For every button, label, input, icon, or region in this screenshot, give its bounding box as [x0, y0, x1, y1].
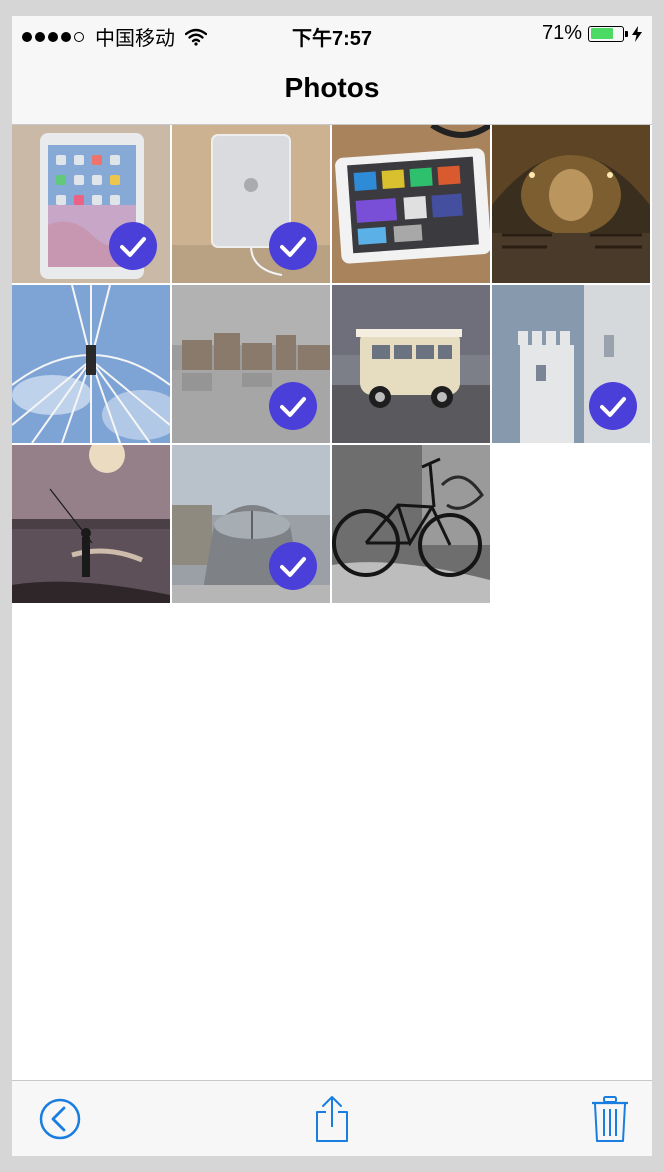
selected-check-icon	[589, 382, 637, 430]
trash-icon	[592, 1096, 628, 1142]
share-icon	[316, 1096, 348, 1142]
back-button[interactable]	[36, 1095, 84, 1143]
back-circle-icon	[39, 1098, 81, 1140]
photo-cell[interactable]	[12, 125, 170, 283]
selected-check-icon	[269, 542, 317, 590]
photo-thumbnail-vaulted-hall	[492, 125, 650, 283]
share-button[interactable]	[308, 1095, 356, 1143]
navigation-bar: Photos	[12, 52, 652, 125]
bottom-toolbar	[12, 1080, 652, 1156]
photo-cell[interactable]	[332, 125, 490, 283]
selected-check-icon	[109, 222, 157, 270]
photo-cell[interactable]	[332, 445, 490, 603]
photo-cell[interactable]	[172, 125, 330, 283]
bolt-icon	[632, 25, 642, 42]
photo-cell[interactable]	[12, 285, 170, 443]
battery-percent: 71%	[541, 22, 582, 44]
photo-cell[interactable]	[172, 445, 330, 603]
photo-thumbnail-bicycle-graffiti	[332, 445, 490, 603]
photo-thumbnail-vw-van	[332, 285, 490, 443]
page-title: Photos	[284, 72, 380, 103]
status-bar: 中国移动 下午7:57 71%	[12, 16, 652, 52]
photo-thumbnail-ferris-wheel	[12, 285, 170, 443]
photo-cell[interactable]	[332, 285, 490, 443]
photo-thumbnail-fisherman-sunset	[12, 445, 170, 603]
delete-button[interactable]	[586, 1095, 634, 1143]
photo-cell[interactable]	[12, 445, 170, 603]
phone-screen: 中国移动 下午7:57 71% Photos	[12, 16, 652, 1156]
battery-icon	[588, 25, 628, 42]
photo-cell[interactable]	[492, 285, 650, 443]
selected-check-icon	[269, 382, 317, 430]
photo-cell[interactable]	[172, 285, 330, 443]
photo-thumbnail-ipad-app-store	[332, 125, 490, 283]
photo-cell[interactable]	[492, 125, 650, 283]
selected-check-icon	[269, 222, 317, 270]
